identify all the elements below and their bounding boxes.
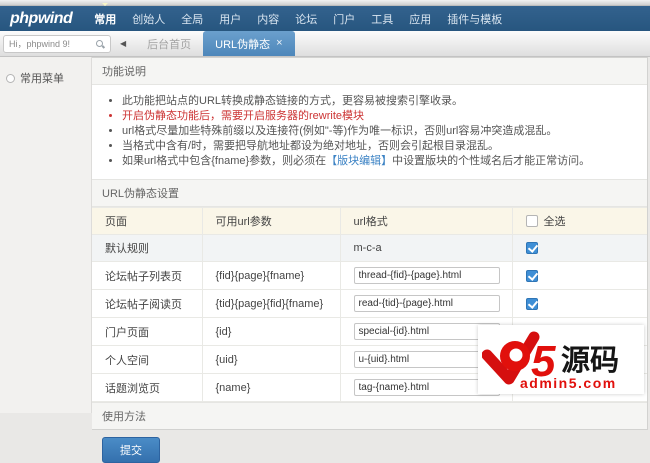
bullet-text: 开启伪静态功能后，需要开启服务器的rewrite模块 <box>122 110 365 122</box>
select-all-control: 全选 <box>525 213 635 229</box>
function-desc-bullet: 如果url格式中包含{fname}参数，则必须在【版块编辑】中设置版块的个性域名… <box>122 154 647 168</box>
cell-url-params: {id} <box>201 317 341 346</box>
nav-item-常用[interactable]: 常用 <box>94 2 116 27</box>
a5-watermark: 5 源码 admin5.com <box>478 325 644 394</box>
a5-yuanma-logo: 5 源码 admin5.com <box>482 331 619 391</box>
cell-url-params: {name} <box>201 373 341 402</box>
top-navbar: phpwind 常用 创始人 全局 用户 内容 论坛 门户 工具 应用 插件与模板 <box>0 2 650 31</box>
bullet-text: 此功能把站点的URL转换成静态链接的方式，更容易被搜索引擎收录。 <box>122 95 464 107</box>
nav-item-论坛[interactable]: 论坛 <box>295 11 317 27</box>
nav-item-创始人[interactable]: 创始人 <box>132 11 165 27</box>
cell-url-params: {uid} <box>201 345 341 374</box>
logo-yuanma: 源码 <box>561 344 619 377</box>
table-row: 论坛帖子阅读页 {tid}{page}{fid}{fname} <box>92 289 647 318</box>
left-sidebar: 常用菜单 <box>0 57 92 413</box>
url-format-input[interactable] <box>353 295 500 312</box>
table-row: 默认规则 m-c-a <box>92 234 647 262</box>
navbar-menu: 常用 创始人 全局 用户 内容 论坛 门户 工具 应用 插件与模板 <box>86 2 510 27</box>
select-all-checkbox[interactable] <box>525 215 538 227</box>
nav-item-应用[interactable]: 应用 <box>409 11 431 27</box>
column-header-页面: 页面 <box>92 207 203 235</box>
tab-label: 后台首页 <box>147 38 192 51</box>
cell-enable <box>511 261 647 290</box>
cell-url-format <box>339 289 513 318</box>
table-header-row: 页面 可用url参数 url格式 全选 <box>92 207 647 235</box>
function-desc-list: 此功能把站点的URL转换成静态链接的方式，更容易被搜索引擎收录。开启伪静态功能后… <box>92 94 647 168</box>
row-enable-checkbox[interactable] <box>525 242 538 255</box>
row-enable-checkbox[interactable] <box>525 269 538 282</box>
cell-url-params: {tid}{page}{fid}{fname} <box>201 289 341 318</box>
bullet-text: 中设置版块的个性域名后才能正常访问。 <box>392 155 591 167</box>
tab-bar: Hi，phpwind 9! ◀ 后台首页 URL伪静态 × <box>0 31 650 57</box>
cell-page-name: 个人空间 <box>92 345 203 374</box>
function-desc-bullet: url格式尽量加些特殊前缀以及连接符(例如"-等)作为唯一标识，否则url容易冲… <box>122 124 647 138</box>
column-header-可用url参数: 可用url参数 <box>201 207 341 235</box>
admin-search-box[interactable]: Hi，phpwind 9! <box>3 34 111 53</box>
tab-label: URL伪静态 <box>215 38 271 51</box>
tab-URL伪静态[interactable]: URL伪静态 × <box>203 31 295 56</box>
cell-page-name: 默认规则 <box>92 234 203 262</box>
logo-domain: admin5.com <box>520 375 617 391</box>
user-greeting: Hi，phpwind 9! <box>9 39 71 49</box>
select-all-label: 全选 <box>543 216 566 228</box>
section-function-desc: 功能说明 <box>92 58 647 85</box>
cell-url-params <box>201 234 341 262</box>
bullet-text: 当格式中含有/时，需要把导航地址都设为绝对地址，否则会引起根目录混乱。 <box>122 140 500 152</box>
function-desc-bullet: 当格式中含有/时，需要把导航地址都设为绝对地址，否则会引起根目录混乱。 <box>122 139 647 153</box>
cell-url-format: m-c-a <box>339 234 513 262</box>
form-footer: 提交 <box>92 430 650 463</box>
cell-page-name: 话题浏览页 <box>92 373 203 402</box>
open-tabs: 后台首页 URL伪静态 × <box>135 31 295 56</box>
tab-scroll-left-icon[interactable]: ◀ <box>120 39 126 48</box>
table-row: 论坛帖子列表页 {fid}{page}{fname} <box>92 261 647 290</box>
submit-button[interactable]: 提交 <box>102 437 160 463</box>
bullet-text: 如果url格式中包含{fname}参数，则必须在 <box>122 155 327 167</box>
nav-item-门户[interactable]: 门户 <box>333 11 355 27</box>
sidebar-item-常用菜单[interactable]: 常用菜单 <box>0 68 91 88</box>
column-header-select-all: 全选 <box>511 207 647 235</box>
search-icon[interactable] <box>95 39 105 49</box>
function-desc-bullet: 开启伪静态功能后，需要开启服务器的rewrite模块 <box>122 109 647 123</box>
cell-page-name: 论坛帖子列表页 <box>92 261 203 290</box>
cell-enable <box>511 289 647 318</box>
nav-item-用户[interactable]: 用户 <box>219 11 241 27</box>
cell-enable <box>511 234 647 262</box>
tab-后台首页[interactable]: 后台首页 <box>135 31 203 56</box>
sidebar-item-label: 常用菜单 <box>20 73 64 85</box>
cell-page-name: 门户页面 <box>92 317 203 346</box>
nav-item-内容[interactable]: 内容 <box>257 11 279 27</box>
phpwind-logo: phpwind <box>10 9 73 27</box>
column-header-url格式: url格式 <box>339 207 513 235</box>
nav-item-插件与模板[interactable]: 插件与模板 <box>447 11 502 27</box>
section-url-settings: URL伪静态设置 <box>92 179 647 207</box>
cell-url-format <box>339 261 513 290</box>
function-desc-bullet: 此功能把站点的URL转换成静态链接的方式，更容易被搜索引擎收录。 <box>122 94 647 108</box>
cell-page-name: 论坛帖子阅读页 <box>92 289 203 318</box>
bullet-circle-icon <box>6 73 15 83</box>
tab-close-icon[interactable]: × <box>276 38 282 49</box>
bullet-text: url格式尽量加些特殊前缀以及连接符(例如"-等)作为唯一标识，否则url容易冲… <box>122 125 558 137</box>
cell-url-params: {fid}{page}{fname} <box>201 261 341 290</box>
section-usage: 使用方法 <box>92 402 647 429</box>
url-format-input[interactable] <box>353 267 500 284</box>
nav-item-全局[interactable]: 全局 <box>181 11 203 27</box>
nav-item-工具[interactable]: 工具 <box>371 11 393 27</box>
row-enable-checkbox[interactable] <box>525 297 538 310</box>
forum-edit-link[interactable]: 【版块编辑】 <box>326 155 392 167</box>
